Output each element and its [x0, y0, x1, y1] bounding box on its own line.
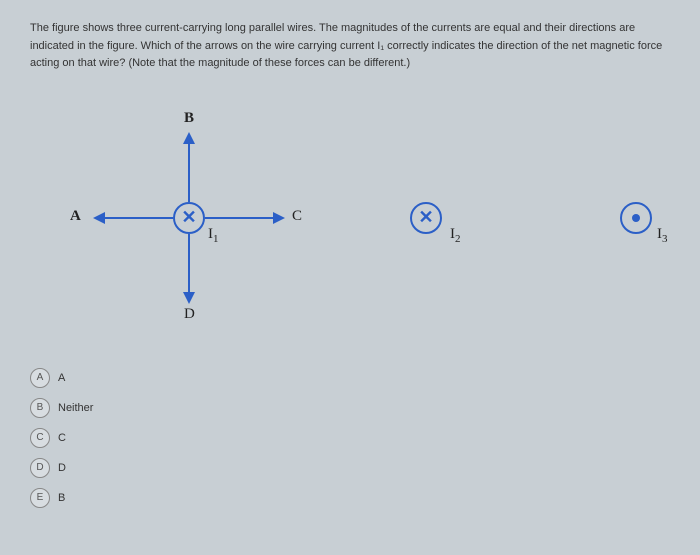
- option-c[interactable]: C C: [30, 428, 670, 448]
- wire-i1-cross-icon: [173, 202, 205, 234]
- wire-i2-label: I2: [450, 226, 461, 245]
- option-c-circle-icon: C: [30, 428, 50, 448]
- wire-i1-label: I1: [208, 226, 219, 245]
- option-e-circle-icon: E: [30, 488, 50, 508]
- question-line-2: indicated in the figure. Which of the ar…: [30, 38, 670, 56]
- answer-options: A A B Neither C C D D E B: [30, 368, 670, 508]
- option-a-circle-icon: A: [30, 368, 50, 388]
- physics-diagram: B D A C I1 I2 I3: [30, 88, 670, 348]
- arrow-d-head-icon: [183, 292, 195, 304]
- question-text: The figure shows three current-carrying …: [30, 20, 670, 73]
- arrow-a-head-icon: [93, 212, 105, 224]
- option-e-label: B: [58, 492, 65, 504]
- arrow-c-label: C: [292, 208, 302, 225]
- arrow-a-label: A: [70, 208, 81, 225]
- option-d[interactable]: D D: [30, 458, 670, 478]
- option-b-circle-icon: B: [30, 398, 50, 418]
- option-b[interactable]: B Neither: [30, 398, 670, 418]
- wire-i3-label: I3: [657, 226, 668, 245]
- arrow-c-line: [205, 217, 275, 219]
- arrow-a-line: [103, 217, 173, 219]
- option-c-label: C: [58, 432, 66, 444]
- option-d-circle-icon: D: [30, 458, 50, 478]
- arrow-b-head-icon: [183, 132, 195, 144]
- wire-i3-dot-icon: [620, 202, 652, 234]
- arrow-d-line: [188, 234, 190, 294]
- option-d-label: D: [58, 462, 66, 474]
- arrow-b-label: B: [184, 110, 194, 127]
- option-b-label: Neither: [58, 402, 93, 414]
- option-e[interactable]: E B: [30, 488, 670, 508]
- option-a-label: A: [58, 372, 65, 384]
- option-a[interactable]: A A: [30, 368, 670, 388]
- question-line-3: acting on that wire? (Note that the magn…: [30, 55, 670, 73]
- arrow-d-label: D: [184, 306, 195, 323]
- question-line-1: The figure shows three current-carrying …: [30, 20, 670, 38]
- arrow-c-head-icon: [273, 212, 285, 224]
- wire-i2-cross-icon: [410, 202, 442, 234]
- arrow-b-line: [188, 142, 190, 202]
